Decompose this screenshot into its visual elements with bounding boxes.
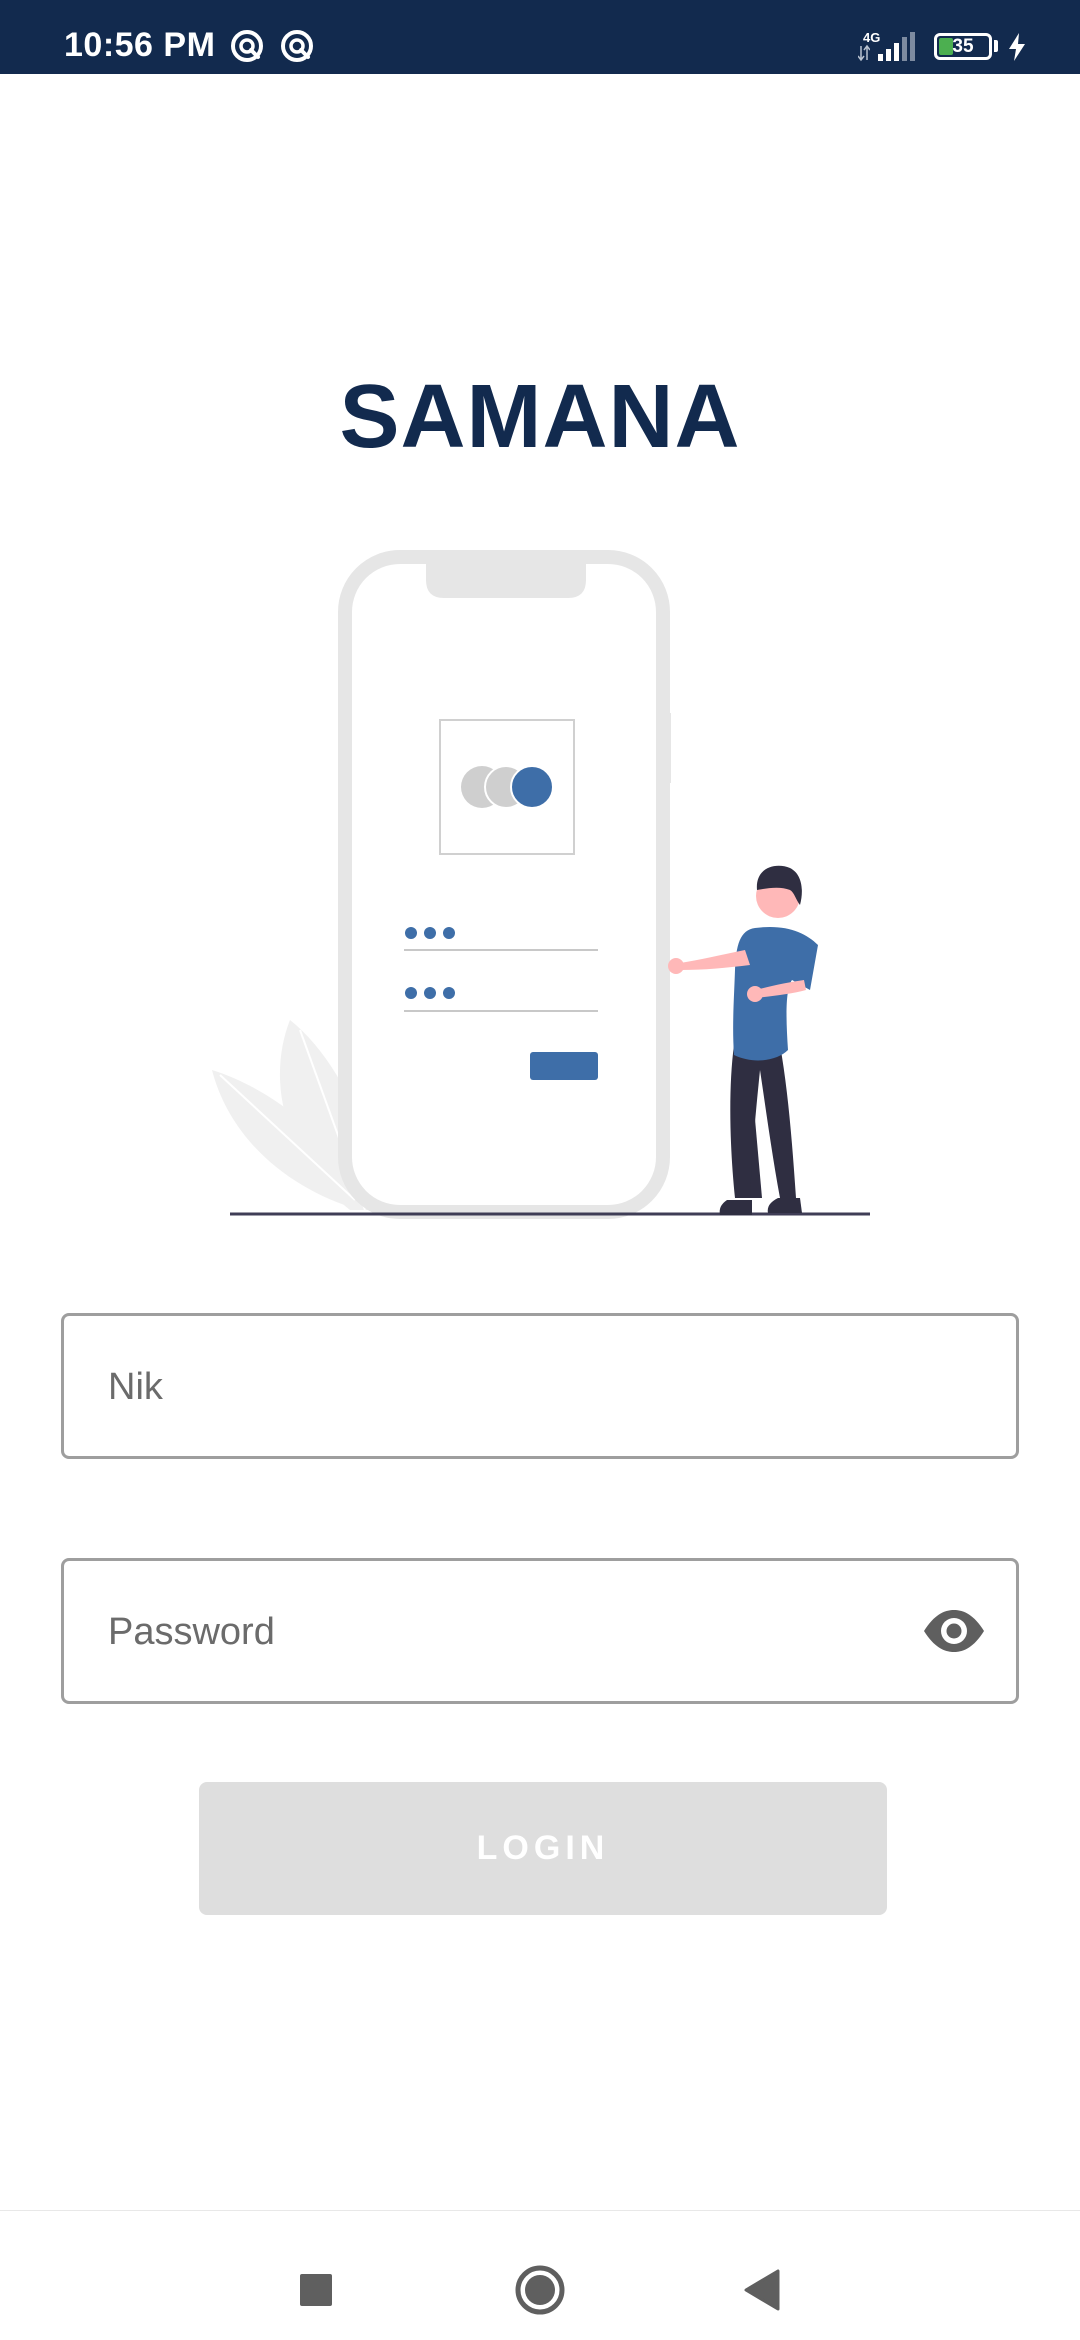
notification-app-icon <box>281 30 313 62</box>
login-illustration <box>212 550 870 1219</box>
person-illustration <box>668 865 818 1215</box>
login-button[interactable]: LOGIN <box>199 1782 887 1915</box>
app-title: SAMANA <box>339 367 741 467</box>
password-field[interactable] <box>61 1558 1019 1704</box>
square-icon[interactable] <box>276 2250 356 2330</box>
battery-tip <box>994 40 998 52</box>
notification-app-icon <box>231 30 263 62</box>
eye-icon[interactable] <box>922 1607 986 1655</box>
nik-input[interactable] <box>106 1316 930 1458</box>
nav-bar-divider <box>0 2210 1080 2211</box>
data-arrows-icon <box>858 44 870 62</box>
nik-field[interactable] <box>61 1313 1019 1459</box>
battery-level: 35 <box>952 36 974 57</box>
battery-icon: 35 <box>934 33 992 60</box>
charging-bolt-icon <box>1009 33 1025 61</box>
circle-icon[interactable] <box>500 2250 580 2330</box>
status-bar: 10:56 PM 4G 35 <box>0 0 1080 74</box>
status-time: 10:56 PM <box>64 26 216 64</box>
signal-strength-icon <box>878 32 915 61</box>
triangle-back-icon[interactable] <box>724 2250 804 2330</box>
phone-illustration <box>338 550 671 1219</box>
login-screen: 10:56 PM 4G 35 SAMANA Nik LOGIN <box>0 0 1080 2340</box>
password-input[interactable] <box>106 1561 930 1703</box>
